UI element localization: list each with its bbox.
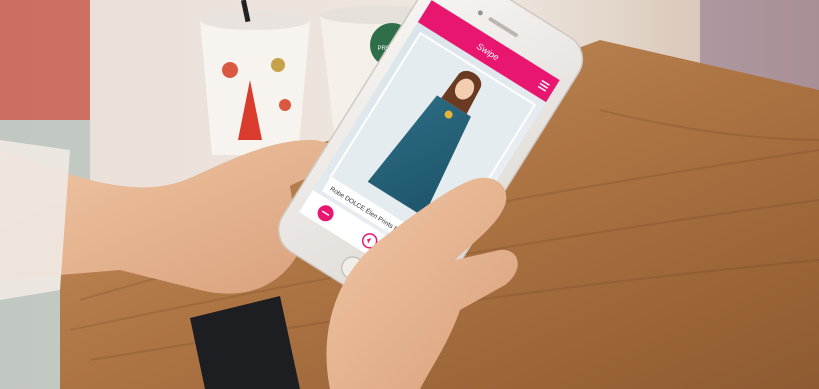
photo-scene: PRE & CO Swipe Robe DOLCE Élen Prints N xyxy=(0,0,819,389)
left-sleeve xyxy=(0,140,70,300)
left-cup xyxy=(200,0,310,155)
scene-svg: PRE & CO Swipe Robe DOLCE Élen Prints N xyxy=(0,0,819,389)
background-red-chair xyxy=(0,0,90,120)
